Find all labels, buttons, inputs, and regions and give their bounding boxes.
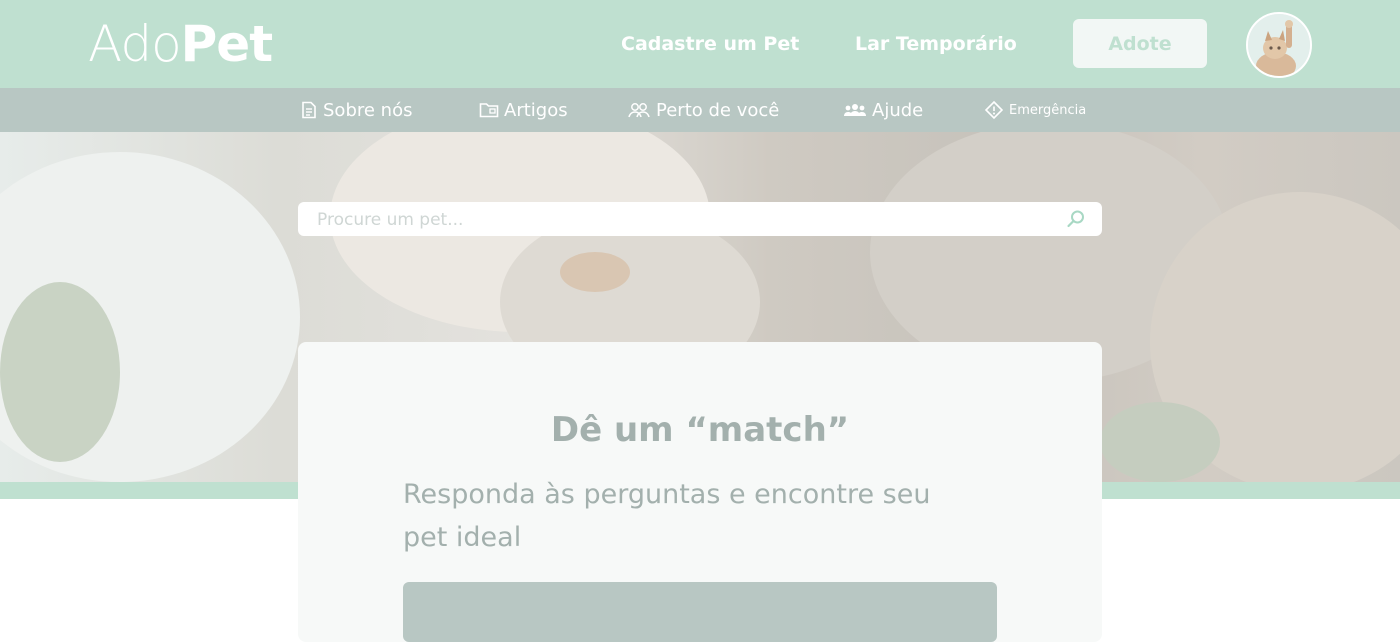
nav-item-sobre-nos[interactable]: Sobre nós <box>300 88 412 132</box>
folder-icon <box>479 103 499 118</box>
avatar[interactable] <box>1246 12 1312 78</box>
nav-item-artigos[interactable]: Artigos <box>479 88 568 132</box>
nav-label: Emergência <box>1009 102 1087 118</box>
adote-button[interactable]: Adote <box>1073 19 1207 68</box>
nav-label: Perto de você <box>656 99 780 121</box>
people-location-icon <box>628 103 650 118</box>
nav-label: Sobre nós <box>323 99 413 121</box>
nav-item-emergencia[interactable]: Emergência <box>984 88 1086 132</box>
nav-item-ajude[interactable]: Ajude <box>843 88 923 132</box>
top-header: Ado Pet Cadastre um Pet Lar Temporário Ad… <box>0 0 1400 88</box>
logo[interactable]: Ado Pet <box>88 14 273 74</box>
secondary-nav: Sobre nós Artigos Perto de você Ajude Em… <box>0 88 1400 132</box>
nav-item-perto-de-voce[interactable]: Perto de você <box>627 88 779 132</box>
cadastre-pet-link[interactable]: Cadastre um Pet <box>621 31 799 57</box>
match-card-title: Dê um “match” <box>550 410 850 451</box>
group-icon <box>844 104 866 116</box>
warning-diamond-icon <box>984 100 1004 120</box>
document-icon <box>302 101 316 119</box>
search-bar <box>298 202 1102 238</box>
match-card-subtitle: Responda às perguntas e encontre seu pet… <box>403 479 931 553</box>
lar-temporario-link[interactable]: Lar Temporário <box>855 31 1017 57</box>
nav-label: Artigos <box>504 99 568 121</box>
search-icon[interactable] <box>1066 209 1086 229</box>
logo-bold-text: Pet <box>180 15 273 73</box>
nav-label: Ajude <box>872 99 924 121</box>
match-card: Dê um “match” Responda às perguntas e en… <box>298 342 1102 642</box>
kitten-avatar-icon <box>1248 14 1310 76</box>
search-input[interactable] <box>315 202 1049 238</box>
match-start-button[interactable] <box>403 582 997 642</box>
logo-light-text: Ado <box>88 15 182 73</box>
